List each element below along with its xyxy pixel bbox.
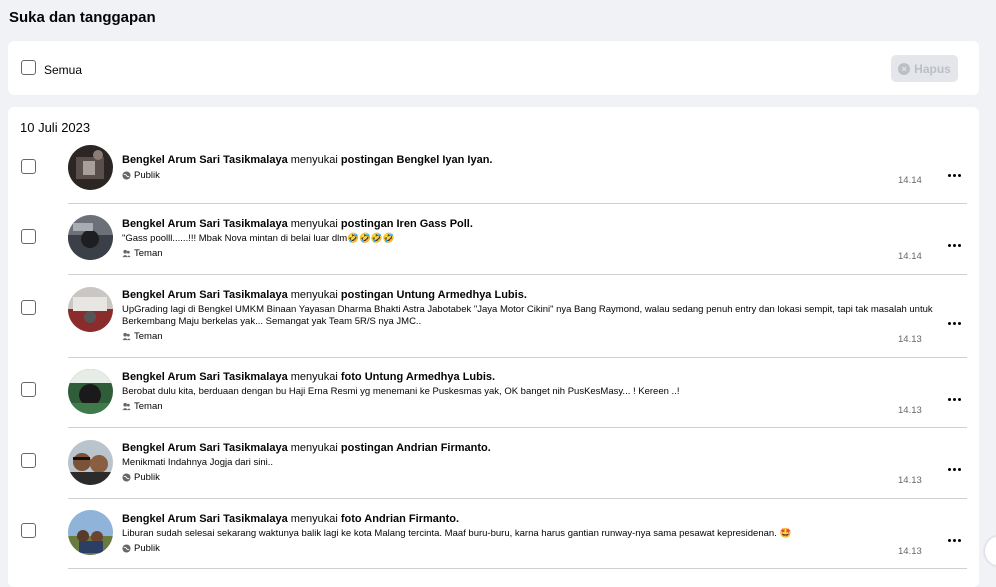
select-all-checkbox[interactable] xyxy=(21,60,36,75)
privacy-row: Publik xyxy=(122,472,952,483)
delete-button[interactable]: × Hapus xyxy=(891,55,958,82)
actor-name[interactable]: Bengkel Arum Sari Tasikmalaya xyxy=(122,154,288,166)
privacy-row: Teman xyxy=(122,331,952,342)
item-checkbox[interactable] xyxy=(21,523,36,538)
friends-icon xyxy=(122,332,131,341)
toolbar-card: Semua × Hapus xyxy=(8,41,979,95)
avatar[interactable] xyxy=(68,510,113,555)
object-link[interactable]: foto Andrian Firmanto. xyxy=(341,513,459,525)
avatar[interactable] xyxy=(68,287,113,332)
item-title[interactable]: Bengkel Arum Sari Tasikmalaya menyukai f… xyxy=(122,512,952,526)
divider xyxy=(68,357,967,358)
privacy-label: Teman xyxy=(134,401,163,412)
item-timestamp: 14.13 xyxy=(898,334,922,345)
privacy-label: Publik xyxy=(134,543,160,554)
action-verb: menyukai xyxy=(287,154,341,166)
more-options-button[interactable] xyxy=(946,240,962,250)
date-heading: 10 Juli 2023 xyxy=(20,120,91,135)
divider xyxy=(68,427,967,428)
actor-name[interactable]: Bengkel Arum Sari Tasikmalaya xyxy=(122,442,288,454)
friends-icon xyxy=(122,249,131,258)
actor-name[interactable]: Bengkel Arum Sari Tasikmalaya xyxy=(122,218,288,230)
privacy-label: Publik xyxy=(134,170,160,181)
avatar[interactable] xyxy=(68,369,113,414)
divider xyxy=(68,203,967,204)
page-title: Suka dan tanggapan xyxy=(9,9,156,26)
item-checkbox[interactable] xyxy=(21,229,36,244)
item-timestamp: 14.14 xyxy=(898,251,922,262)
more-options-button[interactable] xyxy=(946,535,962,545)
action-verb: menyukai xyxy=(287,218,341,230)
post-snippet: "Gass poolll......!!! Mbak Nova mintan d… xyxy=(122,233,395,244)
actor-name[interactable]: Bengkel Arum Sari Tasikmalaya xyxy=(122,371,288,383)
avatar[interactable] xyxy=(68,145,113,190)
actor-name[interactable]: Bengkel Arum Sari Tasikmalaya xyxy=(122,513,288,525)
action-verb: menyukai xyxy=(287,442,341,454)
post-snippet: Liburan sudah selesai sekarang waktunya … xyxy=(122,528,792,539)
item-timestamp: 14.13 xyxy=(898,405,922,416)
post-snippet: UpGrading lagi di Bengkel UMKM Binaan Ya… xyxy=(122,304,933,327)
privacy-label: Teman xyxy=(134,248,163,259)
object-link[interactable]: postingan Andrian Firmanto. xyxy=(341,442,491,454)
privacy-row: Teman xyxy=(122,401,952,412)
actor-name[interactable]: Bengkel Arum Sari Tasikmalaya xyxy=(122,289,288,301)
item-checkbox[interactable] xyxy=(21,453,36,468)
divider xyxy=(68,274,967,275)
select-all-label: Semua xyxy=(44,63,83,77)
item-timestamp: 14.13 xyxy=(898,546,922,557)
activity-list: 10 Juli 2023 Bengkel Arum Sari Tasikmala… xyxy=(8,107,979,587)
object-link[interactable]: foto Untung Armedhya Lubis. xyxy=(341,371,495,383)
divider xyxy=(68,568,967,569)
item-timestamp: 14.13 xyxy=(898,475,922,486)
item-title[interactable]: Bengkel Arum Sari Tasikmalaya menyukai p… xyxy=(122,153,952,167)
privacy-row: Publik xyxy=(122,543,952,554)
globe-icon xyxy=(122,544,131,553)
privacy-row: Teman xyxy=(122,248,952,259)
floating-action-button[interactable] xyxy=(985,536,996,566)
globe-icon xyxy=(122,171,131,180)
x-circle-icon: × xyxy=(898,62,911,75)
divider xyxy=(68,498,967,499)
globe-icon xyxy=(122,473,131,482)
avatar[interactable] xyxy=(68,215,113,260)
post-snippet: Berobat dulu kita, berduaan dengan bu Ha… xyxy=(122,386,680,397)
action-verb: menyukai xyxy=(287,371,341,383)
action-verb: menyukai xyxy=(287,513,341,525)
privacy-row: Publik xyxy=(122,170,952,181)
avatar[interactable] xyxy=(68,440,113,485)
item-title[interactable]: Bengkel Arum Sari Tasikmalaya menyukai f… xyxy=(122,370,952,384)
item-checkbox[interactable] xyxy=(21,382,36,397)
item-checkbox[interactable] xyxy=(21,159,36,174)
more-options-button[interactable] xyxy=(946,464,962,474)
privacy-label: Teman xyxy=(134,331,163,342)
object-link[interactable]: postingan Untung Armedhya Lubis. xyxy=(341,289,527,301)
item-title[interactable]: Bengkel Arum Sari Tasikmalaya menyukai p… xyxy=(122,288,952,302)
friends-icon xyxy=(122,402,131,411)
item-title[interactable]: Bengkel Arum Sari Tasikmalaya menyukai p… xyxy=(122,441,952,455)
item-checkbox[interactable] xyxy=(21,300,36,315)
more-options-button[interactable] xyxy=(946,318,962,328)
post-snippet: Menikmati Indahnya Jogja dari sini.. xyxy=(122,457,274,468)
more-options-button[interactable] xyxy=(946,394,962,404)
item-title[interactable]: Bengkel Arum Sari Tasikmalaya menyukai p… xyxy=(122,217,952,231)
more-options-button[interactable] xyxy=(946,170,962,180)
delete-button-label: Hapus xyxy=(914,61,951,76)
action-verb: menyukai xyxy=(287,289,341,301)
object-link[interactable]: postingan Bengkel Iyan Iyan. xyxy=(341,154,493,166)
object-link[interactable]: postingan Iren Gass Poll. xyxy=(341,218,473,230)
item-timestamp: 14.14 xyxy=(898,175,922,186)
privacy-label: Publik xyxy=(134,472,160,483)
